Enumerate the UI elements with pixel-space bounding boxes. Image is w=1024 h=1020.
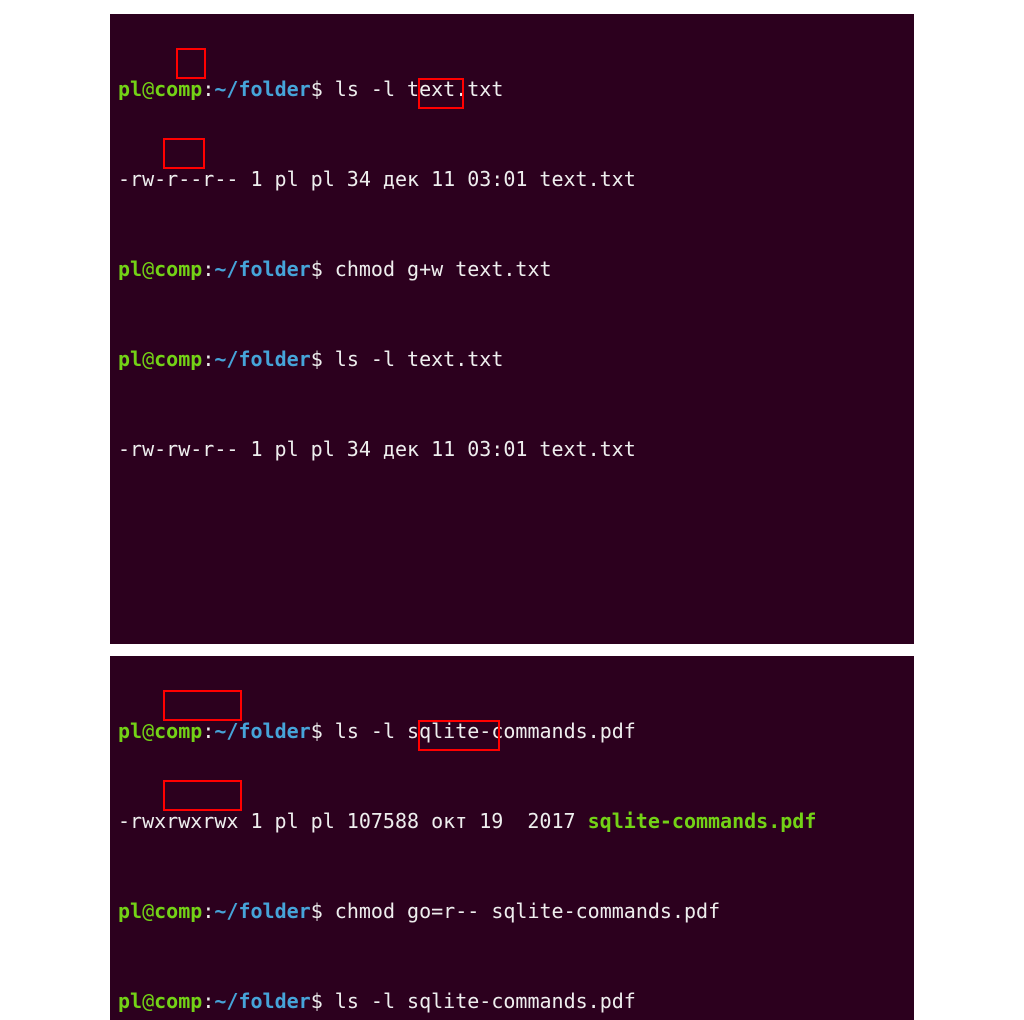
prompt-dollar: $ [311, 77, 323, 101]
terminal-line: pl@comp:~/folder$ chmod g+w text.txt [118, 254, 906, 284]
prompt-at: @ [142, 719, 154, 743]
prompt-colon: : [202, 899, 214, 923]
prompt-host: comp [154, 899, 202, 923]
prompt-at: @ [142, 257, 154, 281]
prompt-tilde: ~ [214, 257, 226, 281]
terminal-line: pl@comp:~/folder$ ls -l sqlite-commands.… [118, 716, 906, 746]
prompt-at: @ [142, 77, 154, 101]
command: chmod g+w text.txt [323, 257, 552, 281]
terminal-line: pl@comp:~/folder$ ls -l text.txt [118, 344, 906, 374]
prompt-path: /folder [226, 899, 310, 923]
terminal-line: pl@comp:~/folder$ ls -l text.txt [118, 74, 906, 104]
terminal-panel-0: pl@comp:~/folder$ ls -l text.txt -rw-r--… [110, 14, 914, 644]
command-text: ls -l sqlite-commands.pdf [335, 989, 636, 1013]
terminal-line: pl@comp:~/folder$ chmod go=r-- sqlite-co… [118, 896, 906, 926]
command-text: chmod go=r-- sqlite-commands.pdf [335, 899, 720, 923]
prompt-tilde: ~ [214, 899, 226, 923]
terminal-line: pl@comp:~/folder$ ls -l sqlite-commands.… [118, 986, 906, 1016]
prompt-tilde: ~ [214, 719, 226, 743]
prompt-dollar: $ [311, 347, 323, 371]
command-text: chmod g+w text.txt [335, 257, 552, 281]
prompt-user: pl [118, 719, 142, 743]
command-text: ls -l text.txt [335, 77, 504, 101]
command-text: ls -l text.txt [335, 347, 504, 371]
prompt-colon: : [202, 989, 214, 1013]
prompt-dollar: $ [311, 719, 323, 743]
prompt-path: /folder [226, 989, 310, 1013]
output-filename: sqlite-commands.pdf [588, 809, 817, 833]
command: ls -l sqlite-commands.pdf [323, 989, 636, 1013]
prompt-colon: : [202, 77, 214, 101]
terminal-panel-1: pl@comp:~/folder$ ls -l sqlite-commands.… [110, 656, 914, 1020]
command: ls -l text.txt [323, 77, 504, 101]
prompt-dollar: $ [311, 257, 323, 281]
prompt-tilde: ~ [214, 347, 226, 371]
prompt-colon: : [202, 347, 214, 371]
prompt-tilde: ~ [214, 77, 226, 101]
prompt-host: comp [154, 989, 202, 1013]
prompt-user: pl [118, 257, 142, 281]
prompt-dollar: $ [311, 989, 323, 1013]
command: ls -l sqlite-commands.pdf [323, 719, 636, 743]
prompt-path: /folder [226, 347, 310, 371]
command-text: ls -l sqlite-commands.pdf [335, 719, 636, 743]
prompt-host: comp [154, 257, 202, 281]
command: ls -l text.txt [323, 347, 504, 371]
terminal-output: -rw-rw-r-- 1 pl pl 34 дек 11 03:01 text.… [118, 434, 906, 464]
prompt-tilde: ~ [214, 989, 226, 1013]
page-wrap: pl@comp:~/folder$ ls -l text.txt -rw-r--… [0, 0, 1024, 1020]
prompt-path: /folder [226, 77, 310, 101]
prompt-colon: : [202, 719, 214, 743]
prompt-at: @ [142, 989, 154, 1013]
prompt-host: comp [154, 719, 202, 743]
prompt-user: pl [118, 347, 142, 371]
prompt-user: pl [118, 989, 142, 1013]
output-text: -rwxrwxrwx 1 pl pl 107588 окт 19 2017 [118, 809, 588, 833]
terminal-output: -rwxrwxrwx 1 pl pl 107588 окт 19 2017 sq… [118, 806, 906, 836]
prompt-at: @ [142, 899, 154, 923]
prompt-colon: : [202, 257, 214, 281]
prompt-user: pl [118, 899, 142, 923]
prompt-path: /folder [226, 719, 310, 743]
prompt-user: pl [118, 77, 142, 101]
prompt-path: /folder [226, 257, 310, 281]
prompt-at: @ [142, 347, 154, 371]
command: chmod go=r-- sqlite-commands.pdf [323, 899, 720, 923]
prompt-host: comp [154, 77, 202, 101]
terminal-output: -rw-r--r-- 1 pl pl 34 дек 11 03:01 text.… [118, 164, 906, 194]
prompt-dollar: $ [311, 899, 323, 923]
prompt-host: comp [154, 347, 202, 371]
